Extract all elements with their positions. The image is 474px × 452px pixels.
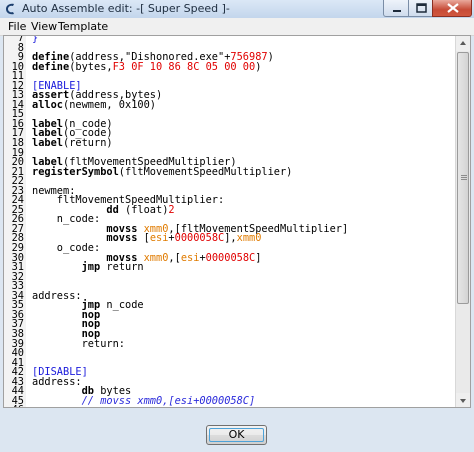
- scroll-down-button[interactable]: [456, 393, 470, 407]
- code-token: alloc: [32, 98, 63, 111]
- code-token: registerSymbol: [32, 165, 119, 178]
- code-token: (fltMovementSpeedMultiplier): [118, 165, 293, 178]
- code-token: movss: [106, 232, 138, 245]
- code-token: // movss xmm0,[esi+0000058C]: [81, 394, 256, 407]
- code-content[interactable]: 7} 8 9 define(address,"Dishonored.exe"+7569…: [4, 35, 349, 407]
- code-token: (bytes,: [69, 60, 113, 73]
- code-token: [: [137, 232, 150, 245]
- code-line[interactable]: 31 jmp return: [4, 261, 348, 274]
- code-line[interactable]: 10 define(bytes,F3 0F 10 86 8C 05 00 00): [4, 60, 348, 73]
- close-icon: [447, 3, 459, 13]
- code-token: ): [255, 60, 262, 73]
- code-token: (float): [118, 203, 169, 216]
- code-token: n_code: [100, 299, 144, 312]
- menu-bar: File View Template: [0, 18, 474, 36]
- minimize-icon: [393, 10, 401, 12]
- menu-file[interactable]: File: [8, 20, 26, 33]
- code-line[interactable]: 7}: [4, 35, 348, 44]
- code-editor[interactable]: 7} 8 9 define(address,"Dishonored.exe"+7569…: [3, 35, 471, 408]
- code-token: (newmem, 0x100): [63, 98, 156, 111]
- code-token: xmm0: [236, 232, 262, 245]
- scroll-up-button[interactable]: [456, 36, 470, 51]
- code-token: F3 0F 10 86 8C 05 00 00: [112, 60, 256, 73]
- code-token: return:: [32, 337, 125, 350]
- arrow-up-icon: [460, 41, 466, 45]
- code-token: 0000058C: [205, 251, 256, 264]
- code-line[interactable]: 18 label(return): [4, 137, 348, 150]
- code-token: 0000058C: [174, 232, 225, 245]
- code-token: label: [32, 137, 63, 150]
- code-token: jmp: [81, 261, 101, 274]
- code-line[interactable]: 32: [4, 272, 348, 283]
- menu-template[interactable]: Template: [58, 20, 108, 33]
- ok-button[interactable]: OK: [206, 425, 267, 445]
- code-token: define: [32, 60, 70, 73]
- scrollbar-thumb[interactable]: [457, 52, 469, 304]
- arrow-down-icon: [460, 399, 466, 403]
- code-token: esi: [180, 251, 200, 264]
- focus-ring: [209, 428, 264, 442]
- maximize-button[interactable]: [408, 0, 433, 17]
- code-line[interactable]: 39 return:: [4, 337, 348, 350]
- vertical-scrollbar[interactable]: [455, 36, 470, 407]
- code-token: (return): [63, 137, 113, 150]
- code-token: return: [100, 261, 144, 274]
- code-token: xmm0: [143, 251, 169, 264]
- code-token: ]: [255, 251, 262, 264]
- code-token: ,[: [168, 251, 181, 264]
- code-line[interactable]: 14 alloc(newmem, 0x100): [4, 98, 348, 111]
- code-line[interactable]: 21 registerSymbol(fltMovementSpeedMultipl…: [4, 165, 348, 178]
- code-line[interactable]: 40: [4, 348, 348, 359]
- minimize-button[interactable]: [383, 0, 409, 17]
- code-token: 2: [168, 203, 175, 216]
- line-number: 46: [4, 405, 24, 407]
- code-token: ],: [224, 232, 237, 245]
- menu-view[interactable]: View: [31, 20, 57, 33]
- window-title: Auto Assemble edit: -[ Super Speed ]-: [22, 2, 230, 15]
- auto-assemble-window: Auto Assemble edit: -[ Super Speed ]- Fi…: [0, 0, 474, 452]
- title-bar[interactable]: Auto Assemble edit: -[ Super Speed ]-: [0, 0, 474, 19]
- maximize-icon: [416, 3, 427, 13]
- close-button[interactable]: [432, 0, 472, 17]
- cheat-engine-icon: [6, 3, 14, 15]
- code-token: ): [267, 51, 274, 64]
- code-token: esi: [149, 232, 169, 245]
- code-token: dd: [106, 203, 119, 216]
- code-line[interactable]: 45 // movss xmm0,[esi+0000058C]: [4, 394, 348, 407]
- code-token: }: [32, 35, 39, 44]
